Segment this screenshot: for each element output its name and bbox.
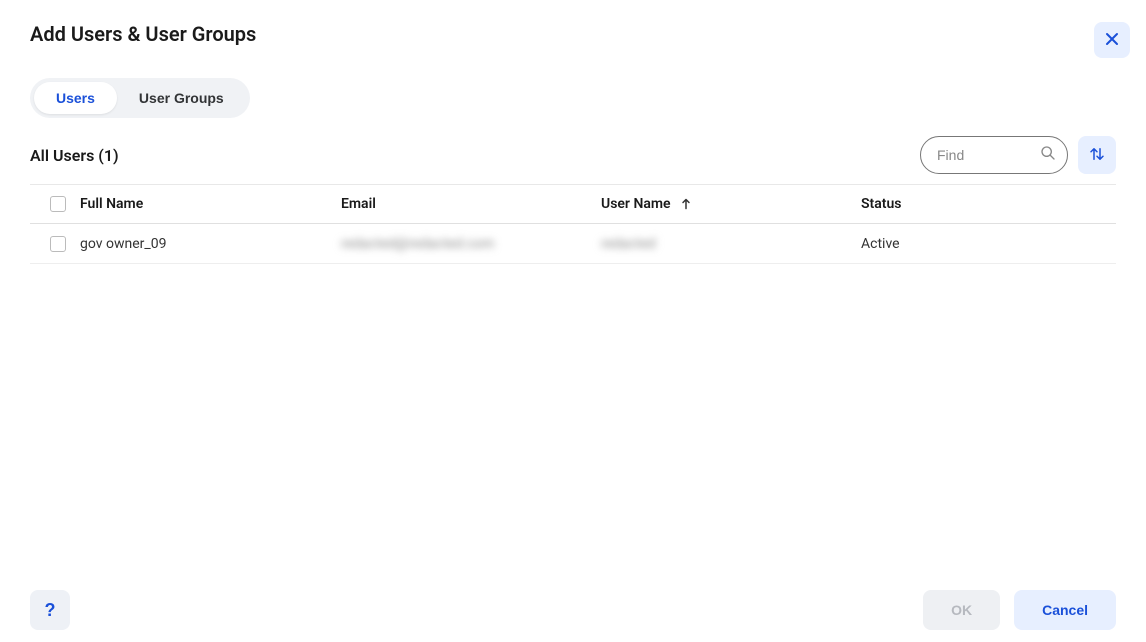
table-row[interactable]: gov owner_09 redacted@redacted.com redac… — [30, 224, 1116, 264]
sort-button[interactable] — [1078, 136, 1116, 174]
tab-user-groups[interactable]: User Groups — [117, 82, 246, 114]
cell-fullname: gov owner_09 — [80, 236, 341, 252]
cell-status: Active — [861, 236, 1116, 252]
table-header-row: Full Name Email User Name Status — [30, 184, 1116, 224]
close-icon — [1104, 31, 1120, 50]
tab-users[interactable]: Users — [34, 82, 117, 114]
sort-arrows-icon — [1088, 145, 1106, 166]
help-button[interactable]: ? — [30, 590, 70, 630]
close-button[interactable] — [1094, 22, 1130, 58]
col-header-username[interactable]: User Name — [601, 196, 861, 212]
select-all-checkbox[interactable] — [50, 196, 66, 212]
dialog-title: Add Users & User Groups — [30, 22, 256, 46]
users-table: Full Name Email User Name Status gov own… — [30, 184, 1116, 264]
col-header-username-label: User Name — [601, 196, 671, 212]
search-input[interactable] — [920, 136, 1068, 174]
tabs: Users User Groups — [30, 78, 250, 118]
col-header-status[interactable]: Status — [861, 196, 1116, 212]
col-header-email[interactable]: Email — [341, 196, 601, 212]
dialog-footer: ? OK Cancel — [0, 590, 1146, 630]
cell-email: redacted@redacted.com — [341, 236, 601, 252]
col-header-fullname[interactable]: Full Name — [80, 196, 341, 212]
cancel-button[interactable]: Cancel — [1014, 590, 1116, 630]
list-heading: All Users (1) — [30, 146, 119, 165]
sort-asc-icon — [681, 198, 691, 210]
ok-button: OK — [923, 590, 1000, 630]
row-checkbox[interactable] — [50, 236, 66, 252]
search-box — [920, 136, 1068, 174]
cell-username: redacted — [601, 236, 861, 252]
